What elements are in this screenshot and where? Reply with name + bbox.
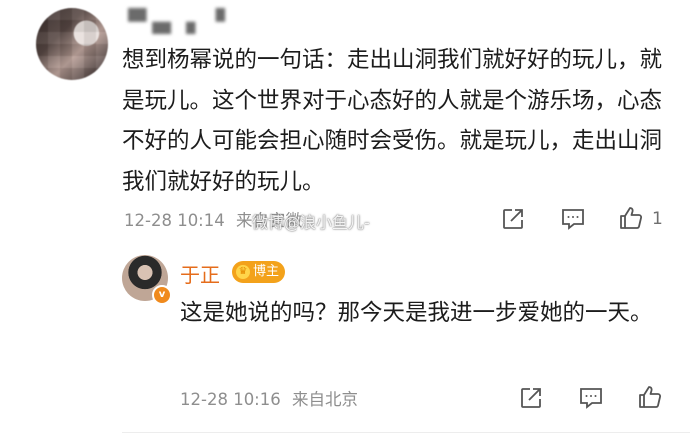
comment-reply-button[interactable] (560, 206, 586, 232)
comment-like-button[interactable] (618, 205, 644, 231)
comment-username[interactable]: ▀▄▗ ▘ (128, 8, 248, 34)
comment-timestamp: 12-28 10:14 (124, 211, 225, 230)
blogger-badge: ♛ 博主 (232, 261, 286, 283)
comment-icon (562, 209, 584, 230)
reply-text: 这是她说的吗？那今天是我进一步爱她的一天。 (180, 300, 653, 326)
comment-icon (580, 388, 602, 409)
crown-icon: ♛ (236, 265, 250, 279)
reply-timestamp: 12-28 10:16 (180, 390, 281, 409)
reply-like-button[interactable] (637, 384, 663, 410)
watermark: 微博@浪小鱼儿- (252, 213, 370, 232)
reply-share-button[interactable] (518, 385, 544, 411)
comment-like-count: 1 (652, 209, 663, 229)
share-icon (503, 209, 523, 229)
reply-location: 来自北京 (292, 390, 358, 409)
comment-avatar[interactable] (36, 8, 108, 80)
share-icon (521, 388, 541, 408)
like-icon (639, 386, 662, 408)
comment-share-button[interactable] (500, 206, 526, 232)
comment-text: 想到杨幂说的一句话：走出山洞我们就好好的玩儿，就是玩儿。这个世界对于心态好的人就… (122, 47, 663, 195)
bottom-divider (122, 432, 690, 433)
reply-reply-button[interactable] (578, 385, 604, 411)
verified-badge: v (152, 285, 172, 305)
reply-meta: 12-28 10:16 来自北京 (180, 386, 358, 410)
blogger-badge-label: 博主 (253, 264, 280, 279)
like-icon (620, 207, 643, 229)
reply-username[interactable]: 于正 (180, 259, 220, 288)
